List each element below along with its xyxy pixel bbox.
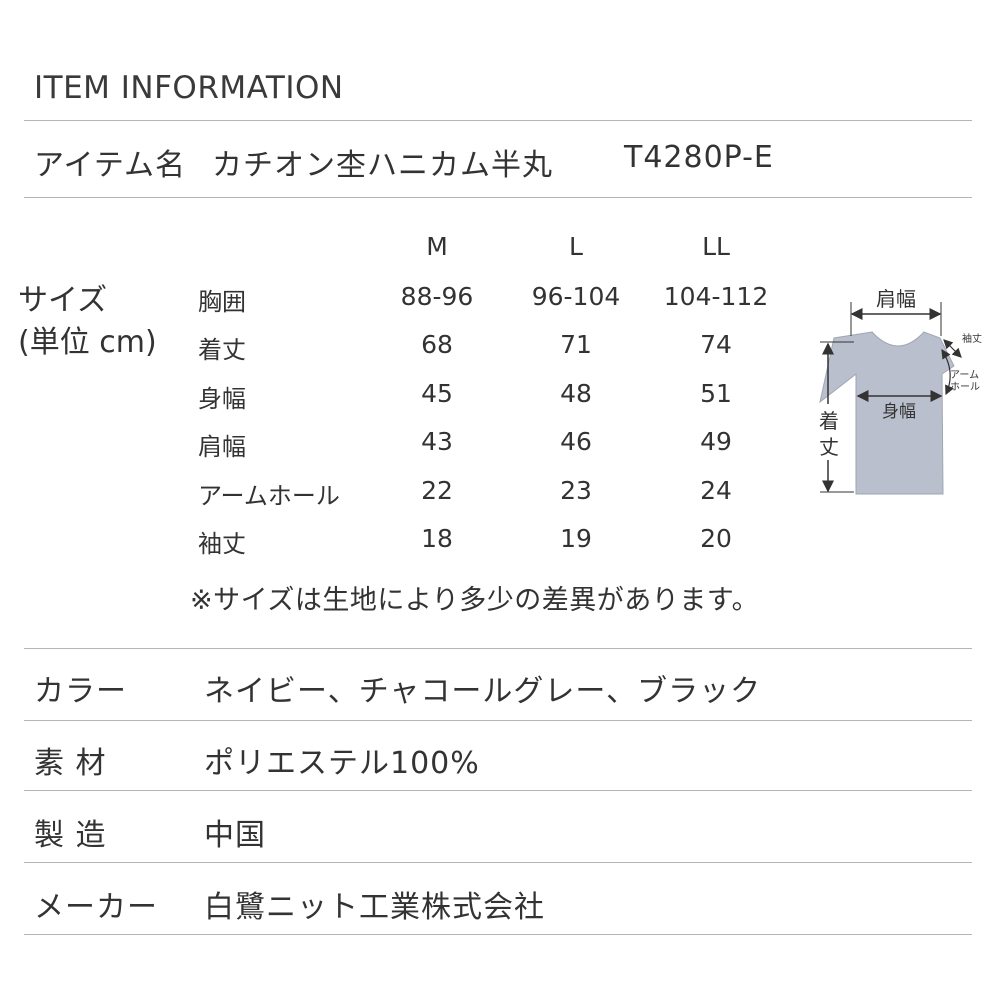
diagram-body-width-label: 身幅 bbox=[882, 402, 916, 422]
size-cell: 22 bbox=[421, 476, 453, 505]
spec-value-color: ネイビー、チャコールグレー、ブラック bbox=[204, 674, 762, 709]
item-code: T4280P-E bbox=[624, 140, 774, 175]
divider bbox=[24, 862, 972, 863]
size-cell: 71 bbox=[560, 330, 592, 359]
divider bbox=[24, 120, 972, 121]
diagram-armhole-label-1: アーム bbox=[950, 369, 979, 381]
size-row-label: 胸囲 bbox=[198, 288, 246, 316]
size-cell: 104-112 bbox=[663, 282, 769, 311]
size-cell: 43 bbox=[421, 427, 453, 456]
size-cell: 46 bbox=[560, 427, 592, 456]
diagram-length-label-1: 着 bbox=[819, 409, 839, 433]
size-row-label: 身幅 bbox=[198, 385, 246, 413]
diagram-armhole-label-2: ホール bbox=[950, 381, 980, 393]
spec-value-maker: 白鷺ニット工業株式会社 bbox=[204, 890, 545, 925]
size-row-label: アームホール bbox=[198, 482, 340, 510]
size-cell: 19 bbox=[560, 524, 592, 553]
size-cell: 24 bbox=[700, 476, 732, 505]
size-column-m: M bbox=[426, 232, 448, 261]
size-cell: 23 bbox=[560, 476, 592, 505]
size-cell: 96-104 bbox=[531, 282, 621, 311]
size-column-l: L bbox=[569, 232, 583, 261]
size-cell: 49 bbox=[700, 427, 732, 456]
spec-label-color: カラー bbox=[34, 674, 127, 709]
size-unit: (単位 cm) bbox=[18, 325, 157, 360]
page-title: ITEM INFORMATION bbox=[34, 70, 344, 106]
diagram-length-label-2: 丈 bbox=[819, 435, 839, 459]
diagram-sleeve-label: 袖丈 bbox=[962, 332, 982, 345]
divider bbox=[24, 790, 972, 791]
spec-label-material: 素 材 bbox=[34, 746, 107, 781]
item-name-label: アイテム名 bbox=[34, 148, 186, 183]
spec-label-maker: メーカー bbox=[34, 890, 158, 925]
size-row-label: 肩幅 bbox=[198, 433, 246, 461]
size-cell: 18 bbox=[421, 524, 453, 553]
divider bbox=[24, 720, 972, 721]
spec-value-material: ポリエステル100% bbox=[204, 746, 480, 781]
size-column-ll: LL bbox=[702, 232, 730, 261]
divider bbox=[24, 197, 972, 198]
size-row-label: 袖丈 bbox=[198, 530, 246, 558]
size-row-label: 着丈 bbox=[198, 336, 246, 364]
size-cell: 68 bbox=[421, 330, 453, 359]
size-cell: 45 bbox=[421, 379, 453, 408]
size-cell: 48 bbox=[560, 379, 592, 408]
size-note: ※サイズは生地により多少の差異があります。 bbox=[190, 585, 760, 616]
size-cell: 20 bbox=[700, 524, 732, 553]
divider bbox=[24, 648, 972, 649]
diagram-shoulder-label: 肩幅 bbox=[876, 287, 916, 311]
divider bbox=[24, 934, 972, 935]
item-name-value: カチオン杢ハニカム半丸 bbox=[212, 148, 553, 183]
size-cell: 51 bbox=[700, 379, 732, 408]
size-cell: 88-96 bbox=[400, 282, 474, 311]
spec-value-origin: 中国 bbox=[204, 818, 266, 853]
size-title: サイズ bbox=[18, 283, 108, 318]
size-section-label: サイズ (単位 cm) bbox=[18, 280, 157, 364]
size-cell: 74 bbox=[700, 330, 732, 359]
spec-label-origin: 製 造 bbox=[34, 818, 107, 853]
tshirt-diagram: 肩幅 袖丈 アーム ホール 身幅 着 丈 bbox=[818, 287, 982, 495]
